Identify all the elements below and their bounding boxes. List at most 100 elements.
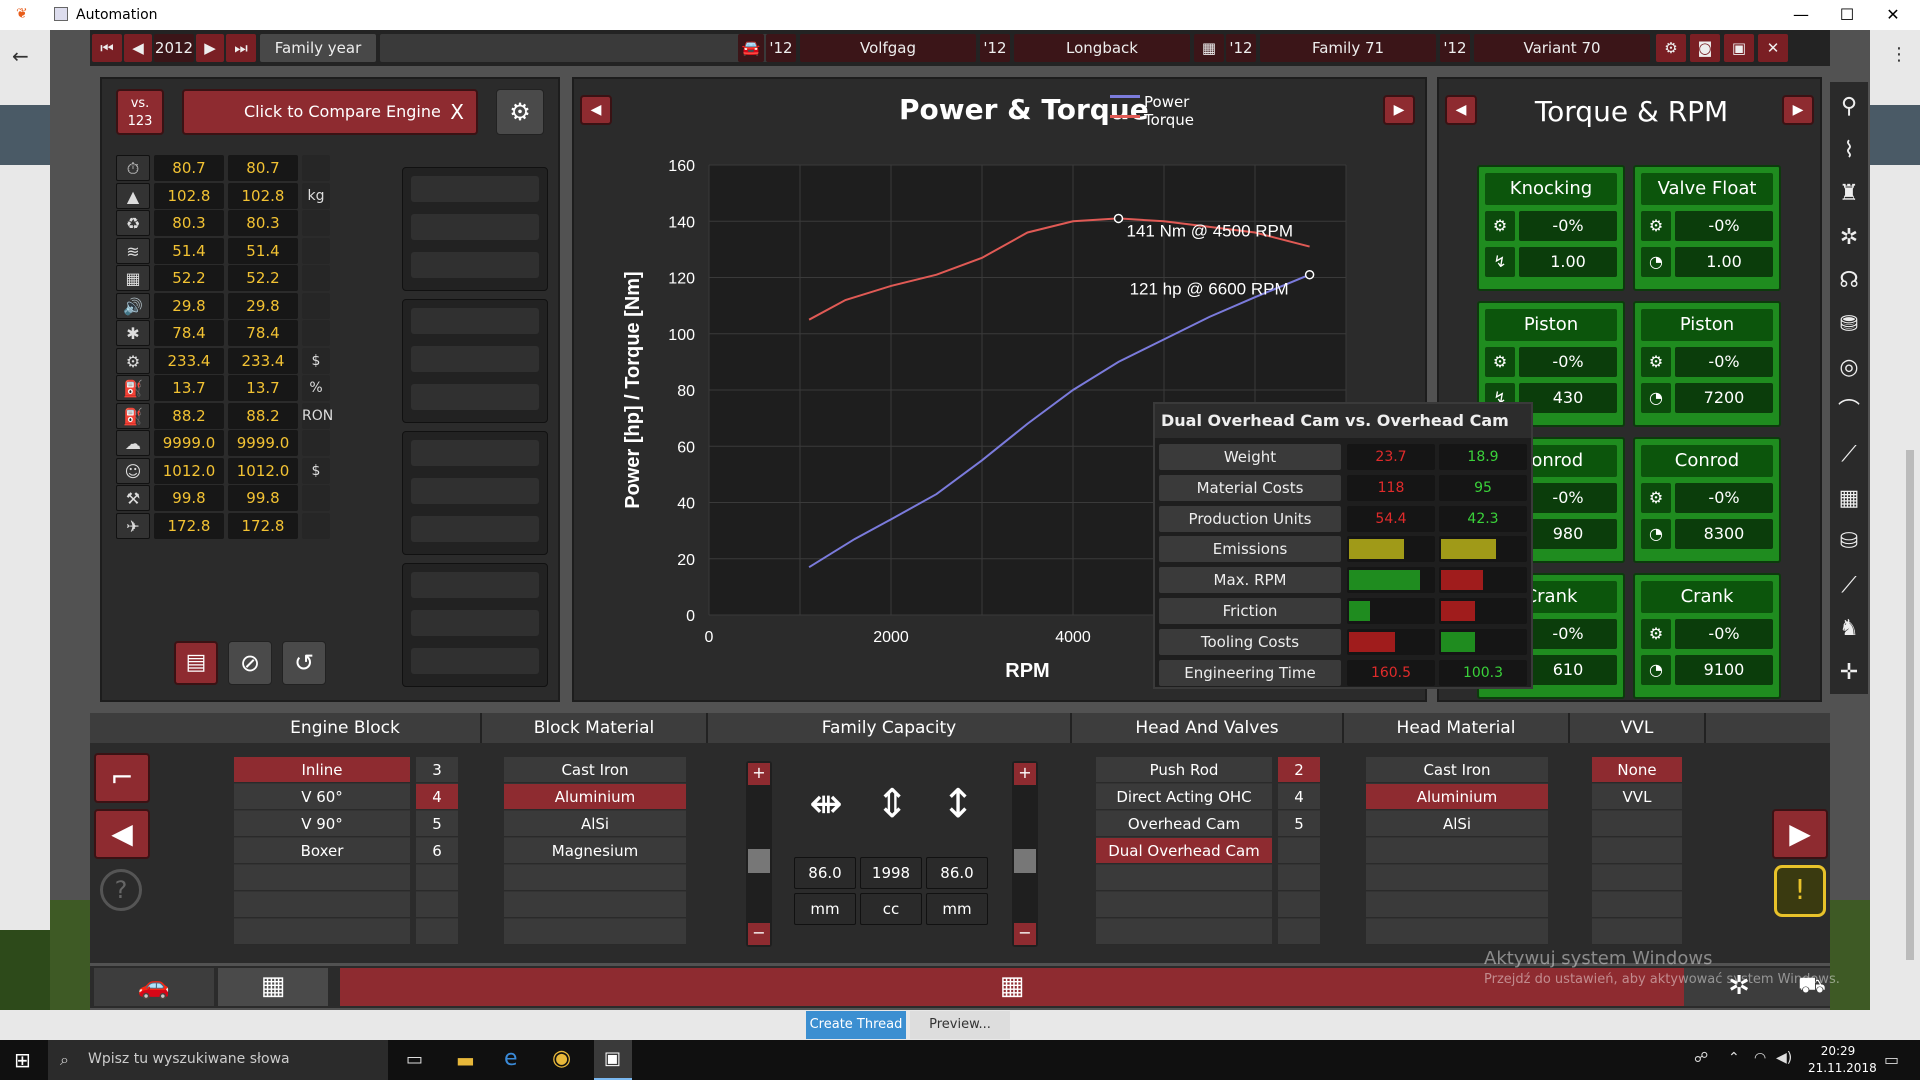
option-item[interactable]: Push Rod: [1096, 757, 1272, 783]
bore-slider[interactable]: + −: [746, 761, 772, 947]
bore-minus-button[interactable]: −: [748, 923, 770, 945]
option-item[interactable]: AlSi: [504, 811, 686, 837]
engine-family-tab[interactable]: ▦: [340, 968, 1684, 1006]
prev-year-button[interactable]: ◀: [124, 34, 152, 62]
bore-slider-handle[interactable]: [748, 849, 770, 873]
option-item[interactable]: Aluminium: [504, 784, 686, 810]
undo-icon[interactable]: ↺: [282, 641, 326, 685]
driver-icon[interactable]: ⚲: [1834, 90, 1864, 124]
maximize-button[interactable]: ☐: [1824, 0, 1870, 30]
stroke-plus-button[interactable]: +: [1014, 763, 1036, 785]
option-item[interactable]: Magnesium: [504, 838, 686, 864]
create-thread-button[interactable]: Create Thread: [806, 1011, 906, 1039]
option-item[interactable]: Aluminium: [1366, 784, 1548, 810]
save-icon[interactable]: ▣: [1724, 34, 1754, 62]
variant-name[interactable]: Variant 70: [1474, 34, 1650, 62]
engine-icon[interactable]: ▦: [1834, 482, 1864, 516]
prev-section-button[interactable]: ◀: [94, 809, 150, 859]
option-item[interactable]: Cast Iron: [504, 757, 686, 783]
engine-parts-icon[interactable]: ⚙: [496, 89, 544, 135]
bore-value[interactable]: 86.0: [794, 857, 856, 889]
engine-designer-tab[interactable]: ▦: [218, 968, 328, 1006]
next-year-button[interactable]: ▶: [196, 34, 224, 62]
people-icon[interactable]: ☍: [1694, 1050, 1708, 1066]
boot-icon[interactable]: ♞: [1834, 612, 1864, 646]
task-view-icon[interactable]: ▭: [406, 1049, 423, 1070]
move-icon[interactable]: ✛: [1834, 656, 1864, 690]
windows-start-icon[interactable]: ⊞: [14, 1048, 31, 1072]
exit-icon[interactable]: ✕: [1758, 34, 1788, 62]
turbo-icon[interactable]: ✲: [1834, 221, 1864, 255]
option-item[interactable]: Cast Iron: [1366, 757, 1548, 783]
camera-icon[interactable]: ◙: [1690, 34, 1720, 62]
camshaft-icon[interactable]: ◎: [1834, 351, 1864, 385]
last-year-button[interactable]: ⏭: [226, 34, 256, 62]
brand-name[interactable]: Volfgag: [800, 34, 976, 62]
car-icon[interactable]: 🚘: [738, 34, 764, 62]
sensor-icon[interactable]: ⛁: [1834, 525, 1864, 559]
option-item[interactable]: Boxer: [234, 838, 410, 864]
option-item[interactable]: Direct Acting OHC: [1096, 784, 1272, 810]
close-window-button[interactable]: ✕: [1870, 0, 1916, 30]
piston-icon[interactable]: ♜: [1834, 177, 1864, 211]
family-name[interactable]: Family 71: [1260, 34, 1436, 62]
volume-icon[interactable]: ◀): [1776, 1050, 1792, 1066]
network-icon[interactable]: ◠: [1754, 1050, 1766, 1066]
compare-engine-button[interactable]: Click to Compare Engine X: [182, 89, 478, 135]
pipe-icon[interactable]: ⌒: [1834, 395, 1864, 429]
more-icon[interactable]: ⋮: [1890, 44, 1908, 65]
tool-icon[interactable]: ⟋: [1834, 569, 1864, 603]
report-icon[interactable]: ▤: [174, 641, 218, 685]
option-item[interactable]: 4: [416, 784, 458, 810]
model-name[interactable]: Longback: [1014, 34, 1190, 62]
engine-layout-icon[interactable]: ⌐: [94, 753, 150, 803]
minimize-button[interactable]: —: [1778, 0, 1824, 30]
option-item[interactable]: Dual Overhead Cam: [1096, 838, 1272, 864]
tray-arrow-icon[interactable]: ⌃: [1728, 1050, 1740, 1066]
car-designer-tab[interactable]: 🚗: [94, 968, 214, 1006]
option-item[interactable]: 2: [1278, 757, 1320, 783]
option-item[interactable]: 6: [416, 838, 458, 864]
help-icon[interactable]: ?: [100, 869, 142, 911]
vs-compare-button[interactable]: vs. 123: [116, 89, 164, 135]
cancel-icon[interactable]: ⊘: [228, 641, 272, 685]
next-section-button[interactable]: ▶: [1772, 809, 1828, 859]
capacity-value[interactable]: 1998: [860, 857, 922, 889]
wrench-icon[interactable]: ⟋: [1834, 438, 1864, 472]
taskbar-search[interactable]: ⌕ Wpisz tu wyszukiwane słowa: [48, 1040, 388, 1080]
option-item[interactable]: AlSi: [1366, 811, 1548, 837]
bore-plus-button[interactable]: +: [748, 763, 770, 785]
warning-icon[interactable]: !: [1774, 865, 1826, 917]
preview-button[interactable]: Preview...: [910, 1011, 1010, 1039]
stroke-slider[interactable]: + −: [1012, 761, 1038, 947]
file-explorer-icon[interactable]: ▬: [456, 1048, 475, 1072]
option-item[interactable]: Inline: [234, 757, 410, 783]
engine-icon[interactable]: ▦: [1194, 34, 1224, 62]
settings-icon[interactable]: ⚙: [1656, 34, 1686, 62]
option-item[interactable]: 3: [416, 757, 458, 783]
intake-icon[interactable]: ☊: [1834, 264, 1864, 298]
option-item[interactable]: Overhead Cam: [1096, 811, 1272, 837]
option-item[interactable]: 5: [416, 811, 458, 837]
stroke-slider-handle[interactable]: [1014, 849, 1036, 873]
stroke-value[interactable]: 86.0: [926, 857, 988, 889]
clock-date[interactable]: 21.11.2018: [1808, 1061, 1877, 1075]
edge-icon[interactable]: e: [504, 1046, 518, 1071]
option-item[interactable]: 4: [1278, 784, 1320, 810]
notifications-icon[interactable]: ▭: [1884, 1050, 1899, 1069]
option-item[interactable]: 5: [1278, 811, 1320, 837]
clock-time[interactable]: 20:29: [1808, 1044, 1868, 1058]
fuel-icon[interactable]: ⛃: [1834, 308, 1864, 342]
option-item[interactable]: V 90°: [234, 811, 410, 837]
chrome-icon[interactable]: ◉: [552, 1046, 571, 1071]
clear-compare-button[interactable]: X: [450, 91, 464, 133]
first-year-button[interactable]: ⏮: [92, 34, 122, 62]
exhaust-icon[interactable]: ⌇: [1834, 134, 1864, 168]
option-item[interactable]: None: [1592, 757, 1682, 783]
option-item[interactable]: VVL: [1592, 784, 1682, 810]
automation-taskbar-app[interactable]: ▣: [594, 1040, 632, 1080]
scrollbar[interactable]: [1906, 450, 1914, 960]
option-item[interactable]: V 60°: [234, 784, 410, 810]
stroke-minus-button[interactable]: −: [1014, 923, 1036, 945]
back-arrow-icon[interactable]: ←: [12, 44, 29, 68]
